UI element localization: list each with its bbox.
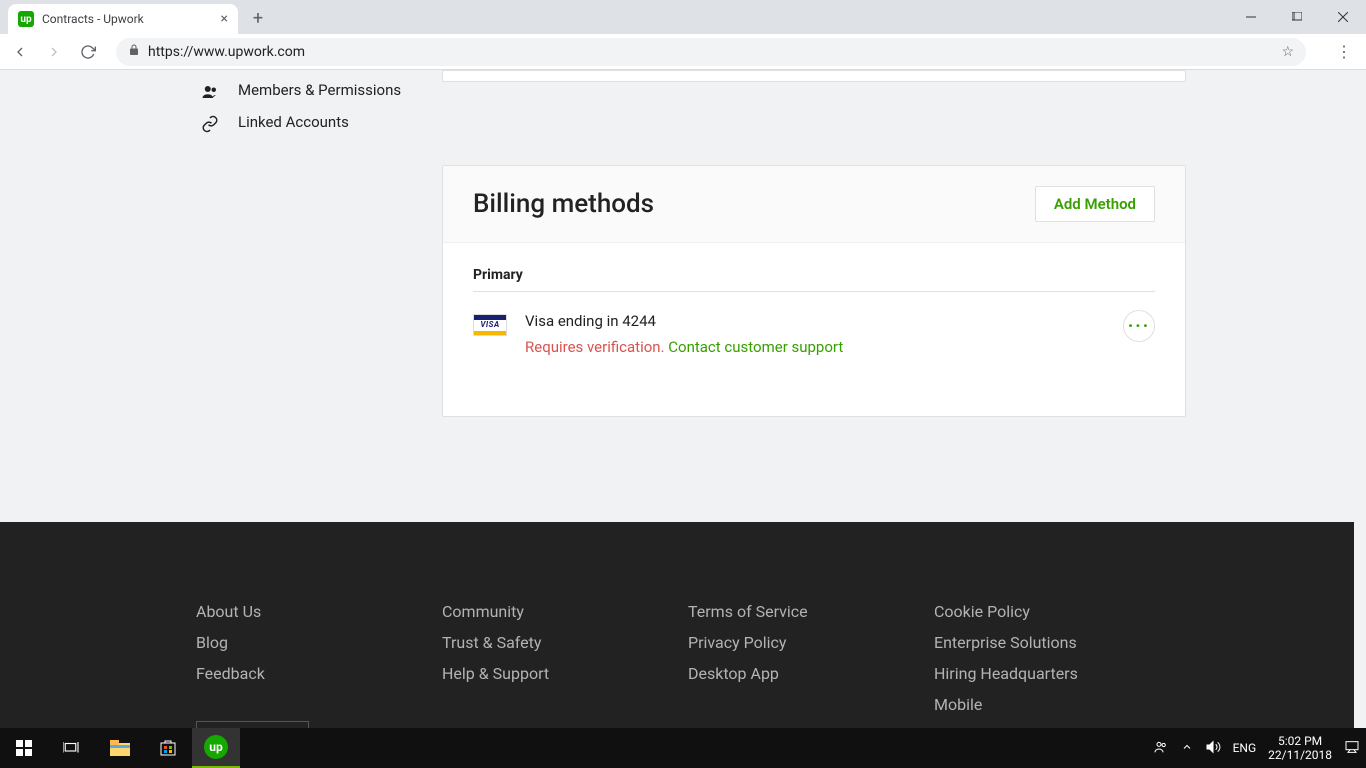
- footer-link[interactable]: Privacy Policy: [688, 633, 934, 652]
- footer-link[interactable]: Enterprise Solutions: [934, 633, 1180, 652]
- bookmark-star-icon[interactable]: ☆: [1281, 44, 1294, 60]
- clock-date: 22/11/2018: [1268, 748, 1332, 762]
- close-tab-icon[interactable]: ×: [221, 11, 228, 27]
- footer-link[interactable]: About Us: [196, 602, 442, 621]
- start-button[interactable]: [0, 728, 48, 768]
- add-method-button[interactable]: Add Method: [1035, 186, 1155, 222]
- browser-tab-strip: up Contracts - Upwork × +: [0, 0, 1366, 34]
- footer-link[interactable]: Hiring Headquarters: [934, 664, 1180, 683]
- page-footer: About Us Blog Feedback Service Code Comm…: [0, 522, 1354, 728]
- footer-link[interactable]: Feedback: [196, 664, 442, 683]
- tray-chevron-icon[interactable]: [1181, 741, 1193, 756]
- upwork-favicon-icon: up: [18, 11, 34, 27]
- card-description: Visa ending in 4244: [525, 312, 843, 330]
- reload-button[interactable]: [76, 40, 100, 64]
- forward-button[interactable]: [42, 40, 66, 64]
- sidebar-item-label: Members & Permissions: [238, 81, 401, 99]
- minimize-button[interactable]: [1228, 0, 1274, 34]
- window-controls: [1228, 0, 1366, 34]
- language-indicator[interactable]: ENG: [1233, 741, 1257, 755]
- settings-sidebar: Members & Permissions Linked Accounts: [200, 75, 430, 139]
- footer-link[interactable]: Terms of Service: [688, 602, 934, 621]
- previous-card-stub: [442, 70, 1186, 82]
- footer-link[interactable]: Desktop App: [688, 664, 934, 683]
- card-title: Billing methods: [473, 189, 654, 219]
- tab-title: Contracts - Upwork: [42, 12, 213, 26]
- footer-link[interactable]: Community: [442, 602, 688, 621]
- billing-methods-card: Billing methods Add Method Primary VISA …: [442, 165, 1186, 417]
- url-text: https://www.upwork.com: [148, 44, 1273, 60]
- footer-col-1: About Us Blog Feedback Service Code: [196, 602, 442, 728]
- payment-method-info: Visa ending in 4244 Requires verificatio…: [525, 312, 843, 356]
- contact-support-link[interactable]: Contact customer support: [668, 338, 843, 356]
- verification-warning: Requires verification.: [525, 338, 665, 356]
- volume-icon[interactable]: [1205, 739, 1221, 758]
- address-bar[interactable]: https://www.upwork.com ☆: [116, 38, 1306, 66]
- browser-toolbar: https://www.upwork.com ☆ ⋮: [0, 34, 1366, 70]
- footer-col-3: Terms of Service Privacy Policy Desktop …: [688, 602, 934, 728]
- primary-label: Primary: [473, 267, 1155, 292]
- back-button[interactable]: [8, 40, 32, 64]
- footer-link[interactable]: Cookie Policy: [934, 602, 1180, 621]
- people-icon[interactable]: [1153, 739, 1169, 758]
- lock-icon: [128, 44, 140, 60]
- footer-link[interactable]: Trust & Safety: [442, 633, 688, 652]
- card-body: Primary VISA Visa ending in 4244 Require…: [443, 243, 1185, 386]
- footer-link[interactable]: Blog: [196, 633, 442, 652]
- link-icon: [200, 113, 220, 133]
- new-tab-button[interactable]: +: [244, 4, 272, 32]
- clock[interactable]: 5:02 PM 22/11/2018: [1268, 734, 1332, 763]
- task-view-button[interactable]: [48, 728, 96, 768]
- microsoft-store-button[interactable]: [144, 728, 192, 768]
- footer-link[interactable]: Mobile: [934, 695, 1180, 714]
- visa-card-icon: VISA: [473, 314, 507, 336]
- verification-row: Requires verification. Contact customer …: [525, 338, 843, 356]
- members-icon: [200, 81, 220, 101]
- page-content: Members & Permissions Linked Accounts Bi…: [0, 70, 1354, 728]
- footer-link[interactable]: Help & Support: [442, 664, 688, 683]
- payment-method-row: VISA Visa ending in 4244 Requires verifi…: [473, 292, 1155, 376]
- file-explorer-button[interactable]: [96, 728, 144, 768]
- close-window-button[interactable]: [1320, 0, 1366, 34]
- card-header: Billing methods Add Method: [443, 166, 1185, 243]
- windows-taskbar: up ENG 5:02 PM 22/11/2018: [0, 728, 1366, 768]
- footer-col-4: Cookie Policy Enterprise Solutions Hirin…: [934, 602, 1180, 728]
- footer-col-2: Community Trust & Safety Help & Support: [442, 602, 688, 728]
- sidebar-item-members[interactable]: Members & Permissions: [200, 75, 430, 107]
- clock-time: 5:02 PM: [1268, 734, 1332, 748]
- upwork-app-button[interactable]: up: [192, 728, 240, 768]
- maximize-button[interactable]: [1274, 0, 1320, 34]
- system-tray: ENG 5:02 PM 22/11/2018: [1153, 734, 1366, 763]
- action-center-icon[interactable]: [1344, 739, 1360, 758]
- browser-tab[interactable]: up Contracts - Upwork ×: [8, 4, 238, 34]
- sidebar-item-label: Linked Accounts: [238, 113, 349, 131]
- payment-method-more-button[interactable]: ···: [1123, 310, 1155, 342]
- sidebar-item-linked-accounts[interactable]: Linked Accounts: [200, 107, 430, 139]
- service-code-button[interactable]: Service Code: [196, 721, 309, 728]
- browser-menu-button[interactable]: ⋮: [1330, 42, 1358, 61]
